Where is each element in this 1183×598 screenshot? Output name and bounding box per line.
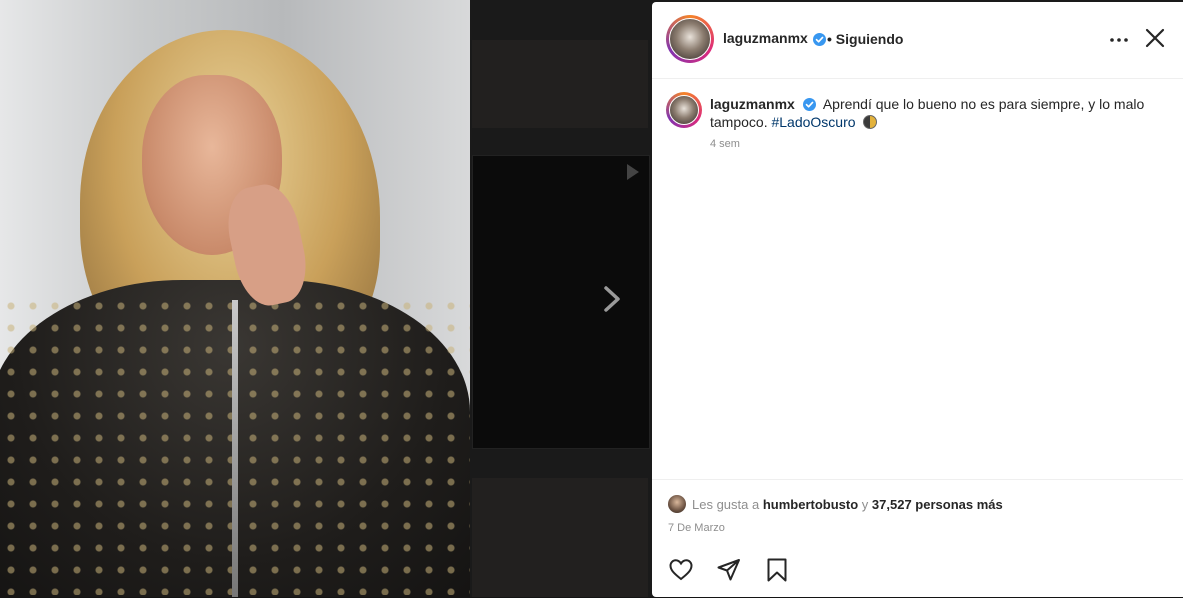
likes-summary: Les gusta a humbertobusto y 37,527 perso…: [668, 495, 1003, 513]
likes-prefix: Les gusta a: [692, 497, 760, 512]
verified-badge-icon: [802, 98, 816, 111]
bookmark-icon[interactable]: [764, 557, 790, 583]
send-icon[interactable]: [716, 557, 742, 583]
liker-avatar[interactable]: [668, 495, 686, 513]
post-header: laguzmanmx • Siguiendo: [652, 2, 1183, 79]
post-caption: laguzmanmx Aprendí que lo bueno no es pa…: [710, 95, 1170, 131]
caption-username[interactable]: laguzmanmx: [710, 96, 795, 112]
photo-zipper: [232, 300, 238, 597]
heart-icon[interactable]: [668, 557, 694, 583]
background-post-tile: [472, 478, 648, 597]
post-date: 7 De Marzo: [668, 522, 725, 534]
author-avatar[interactable]: [666, 15, 714, 63]
video-icon: [627, 164, 639, 180]
post-time-ago[interactable]: 4 sem: [710, 138, 740, 150]
post-footer: Les gusta a humbertobusto y 37,527 perso…: [652, 479, 1183, 598]
hashtag-link[interactable]: #LadoOscuro: [771, 114, 855, 130]
caption-author-avatar[interactable]: [666, 92, 702, 128]
moon-emoji-icon: [863, 115, 878, 129]
verified-badge-icon: [813, 33, 826, 46]
follow-status[interactable]: • Siguiendo: [827, 31, 903, 47]
liker-username[interactable]: humbertobusto: [763, 497, 858, 512]
post-image[interactable]: [0, 0, 470, 597]
likes-count[interactable]: 37,527 personas más: [872, 497, 1003, 512]
likes-connector: y: [861, 497, 869, 512]
close-icon[interactable]: [1143, 26, 1167, 50]
author-username[interactable]: laguzmanmx: [723, 30, 808, 46]
background-post-tile: [472, 40, 648, 128]
more-options-icon[interactable]: [1107, 28, 1131, 52]
chevron-right-icon[interactable]: [598, 284, 626, 314]
post-details-panel: laguzmanmx • Siguiendo laguzmanmx Aprend…: [652, 2, 1183, 597]
